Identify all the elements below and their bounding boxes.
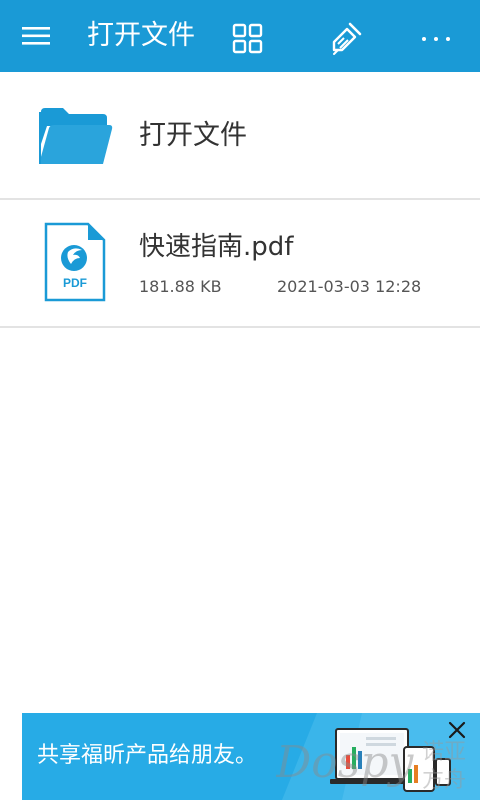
banner-text: 共享福昕产品给朋友。: [37, 743, 258, 768]
svg-text:Dospy: Dospy: [276, 737, 415, 788]
svg-text:方舟: 方舟: [422, 768, 466, 793]
pdf-file-icon: PDF: [44, 222, 106, 302]
watermark-logo: Dospy 诺亚 方舟: [276, 737, 466, 793]
page-title: 打开文件: [87, 20, 195, 51]
folder-icon: [39, 108, 113, 164]
file-size: 181.88 KB: [139, 277, 222, 296]
more-dots-icon[interactable]: [416, 24, 456, 52]
file-list-item[interactable]: PDF 快速指南.pdf 181.88 KB 2021-03-03 12:28: [0, 200, 480, 328]
broom-icon[interactable]: [326, 18, 366, 58]
open-file-label: 打开文件: [139, 120, 247, 151]
open-file-row[interactable]: 打开文件: [0, 72, 480, 200]
file-name: 快速指南.pdf: [139, 232, 294, 262]
pdf-badge-text: PDF: [63, 276, 87, 290]
app-bar: 打开文件: [0, 0, 480, 72]
grid-view-icon[interactable]: [230, 22, 266, 56]
hamburger-menu-icon[interactable]: [20, 22, 52, 50]
svg-text:诺亚: 诺亚: [422, 740, 466, 765]
file-modified-date: 2021-03-03 12:28: [277, 277, 422, 296]
